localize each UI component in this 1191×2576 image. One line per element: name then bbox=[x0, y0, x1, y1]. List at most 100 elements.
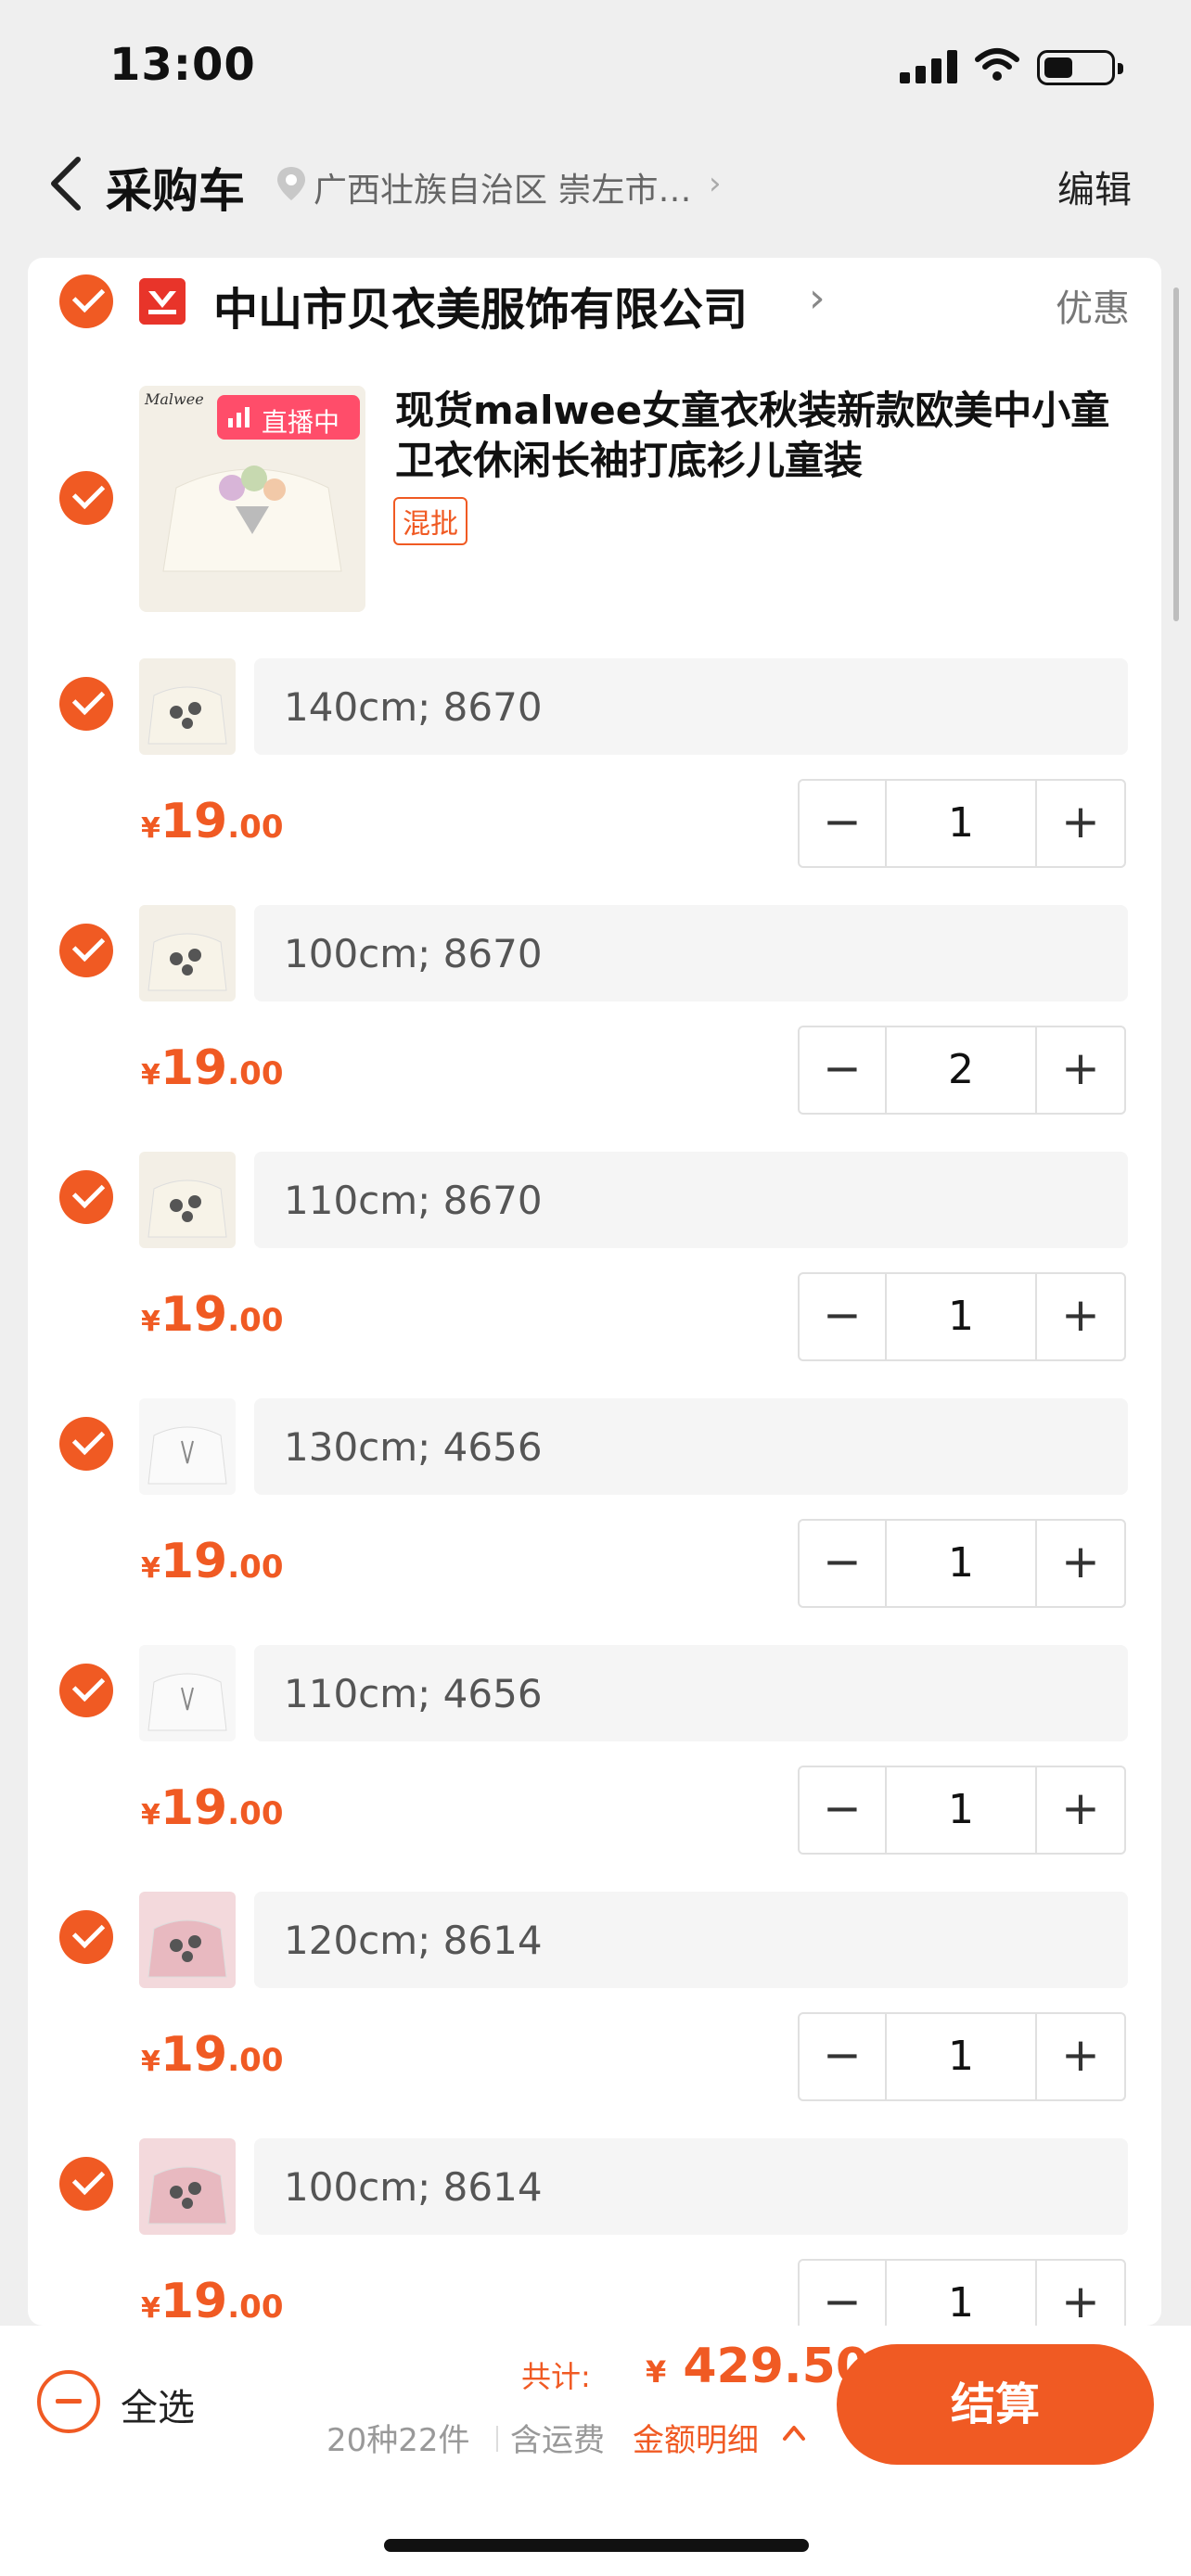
increase-button[interactable]: + bbox=[1037, 1521, 1124, 1606]
sku-thumbnail[interactable] bbox=[139, 2138, 236, 2235]
increase-button[interactable]: + bbox=[1037, 2014, 1124, 2099]
home-indicator bbox=[384, 2539, 809, 2552]
price-decimal: .00 bbox=[227, 1055, 284, 1092]
sku-thumbnail[interactable] bbox=[139, 1645, 236, 1741]
sku-price: ¥19.00 bbox=[141, 1780, 283, 1836]
decrease-button[interactable]: − bbox=[800, 2014, 885, 2099]
sku-checkbox[interactable] bbox=[59, 1417, 113, 1471]
price-currency: ¥ bbox=[141, 1059, 160, 1091]
increase-button[interactable]: + bbox=[1037, 2261, 1124, 2326]
total-label: 共计: bbox=[521, 2359, 591, 2394]
product-checkbox[interactable] bbox=[59, 471, 113, 525]
product-title[interactable]: 现货malwee女童衣秋装新款欧美中小童卫衣休闲长袖打底衫儿童装 bbox=[395, 386, 1137, 486]
shop-logo-icon bbox=[139, 278, 186, 325]
price-integer: 19 bbox=[160, 1287, 228, 1343]
shop-chevron-icon: › bbox=[809, 274, 826, 322]
quantity-field[interactable]: 1 bbox=[885, 1521, 1037, 1606]
sku-checkbox[interactable] bbox=[59, 677, 113, 731]
item-count: 20种22件 bbox=[327, 2422, 470, 2459]
promo-button[interactable]: 优惠 bbox=[1056, 278, 1130, 332]
sku-row: 130cm; 4656 ¥19.00 −1 + bbox=[28, 1398, 1161, 1645]
sku-checkbox[interactable] bbox=[59, 2157, 113, 2211]
sku-thumbnail[interactable] bbox=[139, 658, 236, 755]
select-all-label[interactable]: 全选 bbox=[121, 2378, 195, 2431]
sku-checkbox[interactable] bbox=[59, 924, 113, 977]
quantity-field[interactable]: 1 bbox=[885, 781, 1037, 866]
shipping-note: 含运费 bbox=[510, 2422, 605, 2459]
quantity-field[interactable]: 1 bbox=[885, 1767, 1037, 1853]
mix-batch-tag: 混批 bbox=[393, 497, 467, 545]
quantity-stepper: −2 + bbox=[798, 1026, 1126, 1115]
increase-button[interactable]: + bbox=[1037, 781, 1124, 866]
chevron-up-icon[interactable] bbox=[781, 2422, 807, 2442]
divider bbox=[496, 2426, 498, 2452]
increase-button[interactable]: + bbox=[1037, 1274, 1124, 1359]
price-decimal: .00 bbox=[227, 1795, 284, 1832]
price-currency: ¥ bbox=[141, 1306, 160, 1338]
increase-button[interactable]: + bbox=[1037, 1027, 1124, 1113]
decrease-button[interactable]: − bbox=[800, 1027, 885, 1113]
nav-bar: 采购车 广西壮族自治区 崇左市… › 编辑 bbox=[0, 137, 1191, 230]
price-decimal: .00 bbox=[227, 1549, 284, 1586]
sku-row: 120cm; 8614 ¥19.00 −1 + bbox=[28, 1892, 1161, 2138]
svg-text:Malwee: Malwee bbox=[144, 390, 204, 408]
sku-price: ¥19.00 bbox=[141, 1287, 283, 1343]
sku-price: ¥19.00 bbox=[141, 2027, 283, 2083]
sku-checkbox[interactable] bbox=[59, 1170, 113, 1224]
price-decimal: .00 bbox=[227, 809, 284, 846]
edit-button[interactable]: 编辑 bbox=[1057, 159, 1132, 213]
sku-spec-selector[interactable]: 100cm; 8670 bbox=[254, 905, 1128, 1001]
checkout-button[interactable]: 结算 bbox=[837, 2344, 1154, 2465]
quantity-stepper: −1 + bbox=[798, 1272, 1126, 1361]
quantity-field[interactable]: 2 bbox=[885, 1027, 1037, 1113]
price-integer: 19 bbox=[160, 1040, 228, 1096]
sku-row: 110cm; 4656 ¥19.00 −1 + bbox=[28, 1645, 1161, 1892]
quantity-field[interactable]: 1 bbox=[885, 1274, 1037, 1359]
sku-thumbnail[interactable] bbox=[139, 1892, 236, 1988]
decrease-button[interactable]: − bbox=[800, 1274, 885, 1359]
sku-checkbox[interactable] bbox=[59, 1910, 113, 1964]
quantity-stepper: −1 + bbox=[798, 1519, 1126, 1608]
sku-thumbnail[interactable] bbox=[139, 905, 236, 1001]
amount-detail-link[interactable]: 金额明细 bbox=[633, 2415, 759, 2460]
sku-row: 100cm; 8670 ¥19.00 −2 + bbox=[28, 905, 1161, 1152]
decrease-button[interactable]: − bbox=[800, 2261, 885, 2326]
shop-name[interactable]: 中山市贝衣美服饰有限公司 bbox=[213, 273, 748, 338]
shop-checkbox[interactable] bbox=[59, 274, 113, 328]
sku-checkbox[interactable] bbox=[59, 1664, 113, 1717]
price-integer: 19 bbox=[160, 1534, 228, 1589]
decrease-button[interactable]: − bbox=[800, 1767, 885, 1853]
status-bar: 13:00 bbox=[0, 0, 1191, 130]
sku-spec-selector[interactable]: 140cm; 8670 bbox=[254, 658, 1128, 755]
sku-spec-selector[interactable]: 110cm; 4656 bbox=[254, 1645, 1128, 1741]
price-integer: 19 bbox=[160, 2027, 228, 2083]
decrease-button[interactable]: − bbox=[800, 1521, 885, 1606]
back-chevron-icon[interactable] bbox=[43, 154, 89, 213]
total-currency: ¥ bbox=[646, 2354, 667, 2390]
price-integer: 19 bbox=[160, 2274, 228, 2326]
sku-spec-selector[interactable]: 120cm; 8614 bbox=[254, 1892, 1128, 1988]
increase-button[interactable]: + bbox=[1037, 1767, 1124, 1853]
page-title: 采购车 bbox=[106, 164, 245, 218]
sku-price: ¥19.00 bbox=[141, 2274, 283, 2326]
select-all-checkbox[interactable] bbox=[37, 2370, 100, 2433]
price-currency: ¥ bbox=[141, 2292, 160, 2325]
price-decimal: .00 bbox=[227, 1302, 284, 1339]
price-currency: ¥ bbox=[141, 1552, 160, 1585]
sku-row: 140cm; 8670 ¥19.00 −1 + bbox=[28, 658, 1161, 905]
quantity-field[interactable]: 1 bbox=[885, 2014, 1037, 2099]
sku-spec-selector[interactable]: 100cm; 8614 bbox=[254, 2138, 1128, 2235]
sku-spec-selector[interactable]: 110cm; 8670 bbox=[254, 1152, 1128, 1248]
sku-thumbnail[interactable] bbox=[139, 1398, 236, 1495]
quantity-stepper: −1 + bbox=[798, 779, 1126, 868]
price-integer: 19 bbox=[160, 1780, 228, 1836]
location-selector[interactable]: 广西壮族自治区 崇左市… bbox=[314, 163, 691, 211]
live-badge-label: 直播中 bbox=[262, 407, 340, 438]
scrollbar[interactable] bbox=[1173, 287, 1179, 621]
price-decimal: .00 bbox=[227, 2289, 284, 2326]
decrease-button[interactable]: − bbox=[800, 781, 885, 866]
sku-thumbnail[interactable] bbox=[139, 1152, 236, 1248]
quantity-field[interactable]: 1 bbox=[885, 2261, 1037, 2326]
map-pin-icon bbox=[277, 167, 305, 200]
sku-spec-selector[interactable]: 130cm; 4656 bbox=[254, 1398, 1128, 1495]
